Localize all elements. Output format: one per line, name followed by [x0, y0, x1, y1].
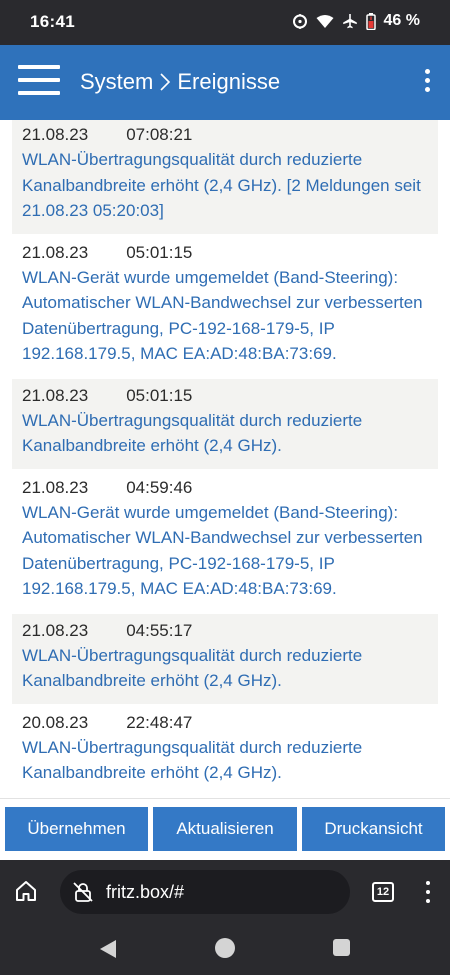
status-bar: 16:41 46 %: [0, 0, 450, 45]
event-date: 21.08.23: [22, 385, 89, 405]
print-view-button[interactable]: Druckansicht: [302, 807, 445, 851]
event-row: 20.08.23 22:48:47 WLAN-Übertragungsqualit…: [12, 705, 438, 798]
wifi-icon: [316, 14, 334, 29]
event-message[interactable]: WLAN-Übertragungsqualität durch reduzier…: [22, 643, 428, 694]
event-log-list: 21.08.23 07:08:21 WLAN-Übertragungsqualit…: [12, 120, 438, 798]
event-message[interactable]: WLAN-Gerät wurde umgemeldet (Band-Steeri…: [22, 265, 428, 367]
event-time: 05:01:15: [126, 385, 193, 405]
event-date: 21.08.23: [22, 477, 89, 497]
back-icon[interactable]: [98, 938, 118, 960]
alarm-icon: [292, 13, 308, 29]
event-row: 21.08.23 07:08:21 WLAN-Übertragungsqualit…: [12, 120, 438, 236]
more-options-icon[interactable]: [422, 69, 432, 97]
battery-percent: 46 %: [383, 12, 420, 29]
status-icons: 46 %: [292, 12, 420, 30]
page-title: Ereignisse: [177, 69, 281, 94]
event-time: 04:55:17: [126, 620, 193, 640]
battery-icon: [365, 12, 376, 30]
apply-button[interactable]: Übernehmen: [5, 807, 148, 851]
breadcrumb-parent[interactable]: System: [80, 69, 153, 95]
chevron-right-icon: [159, 72, 171, 92]
event-message[interactable]: WLAN-Übertragungsqualität durch reduzier…: [22, 735, 428, 786]
refresh-button[interactable]: Aktualisieren: [153, 807, 297, 851]
event-message[interactable]: WLAN-Übertragungsqualität durch reduzier…: [22, 408, 428, 459]
event-row: 21.08.23 05:01:15 WLAN-Gerät wurde umgeme…: [12, 235, 438, 379]
url-text[interactable]: fritz.box/#: [106, 882, 184, 903]
action-bar: Übernehmen Aktualisieren Druckansicht: [0, 798, 450, 860]
event-row: 21.08.23 04:59:46 WLAN-Gerät wurde umgeme…: [12, 470, 438, 614]
event-date: 21.08.23: [22, 125, 89, 144]
event-row: 21.08.23 04:55:17 WLAN-Übertragungsqualit…: [12, 613, 438, 706]
event-time: 04:59:46: [126, 477, 193, 497]
app-header: System Ereignisse: [0, 45, 450, 120]
airplane-icon: [342, 13, 358, 29]
browser-toolbar: fritz.box/# 12: [0, 860, 450, 924]
breadcrumb: System Ereignisse: [80, 69, 280, 95]
url-bar[interactable]: fritz.box/#: [60, 870, 350, 914]
event-log-container[interactable]: 21.08.23 07:08:21 WLAN-Übertragungsqualit…: [0, 120, 450, 798]
home-icon[interactable]: [14, 880, 38, 902]
home-circle-icon[interactable]: [215, 938, 235, 958]
status-time: 16:41: [30, 12, 75, 31]
event-message[interactable]: WLAN-Gerät wurde umgemeldet (Band-Steeri…: [22, 500, 428, 602]
event-message[interactable]: WLAN-Übertragungsqualität durch reduzier…: [22, 147, 428, 224]
event-date: 20.08.23: [22, 712, 89, 732]
browser-menu-icon[interactable]: [426, 881, 432, 908]
recent-apps-icon[interactable]: [333, 939, 350, 956]
event-date: 21.08.23: [22, 242, 89, 262]
insecure-lock-icon[interactable]: [72, 881, 94, 903]
menu-icon[interactable]: [18, 65, 60, 99]
event-time: 05:01:15: [126, 242, 193, 262]
tab-switcher-button[interactable]: 12: [372, 882, 394, 902]
tab-count: 12: [376, 886, 390, 898]
event-date: 21.08.23: [22, 620, 89, 640]
event-time: 22:48:47: [126, 712, 193, 732]
event-time: 07:08:21: [126, 125, 193, 144]
system-navigation-bar: [0, 924, 450, 975]
event-row: 21.08.23 05:01:15 WLAN-Übertragungsqualit…: [12, 378, 438, 471]
